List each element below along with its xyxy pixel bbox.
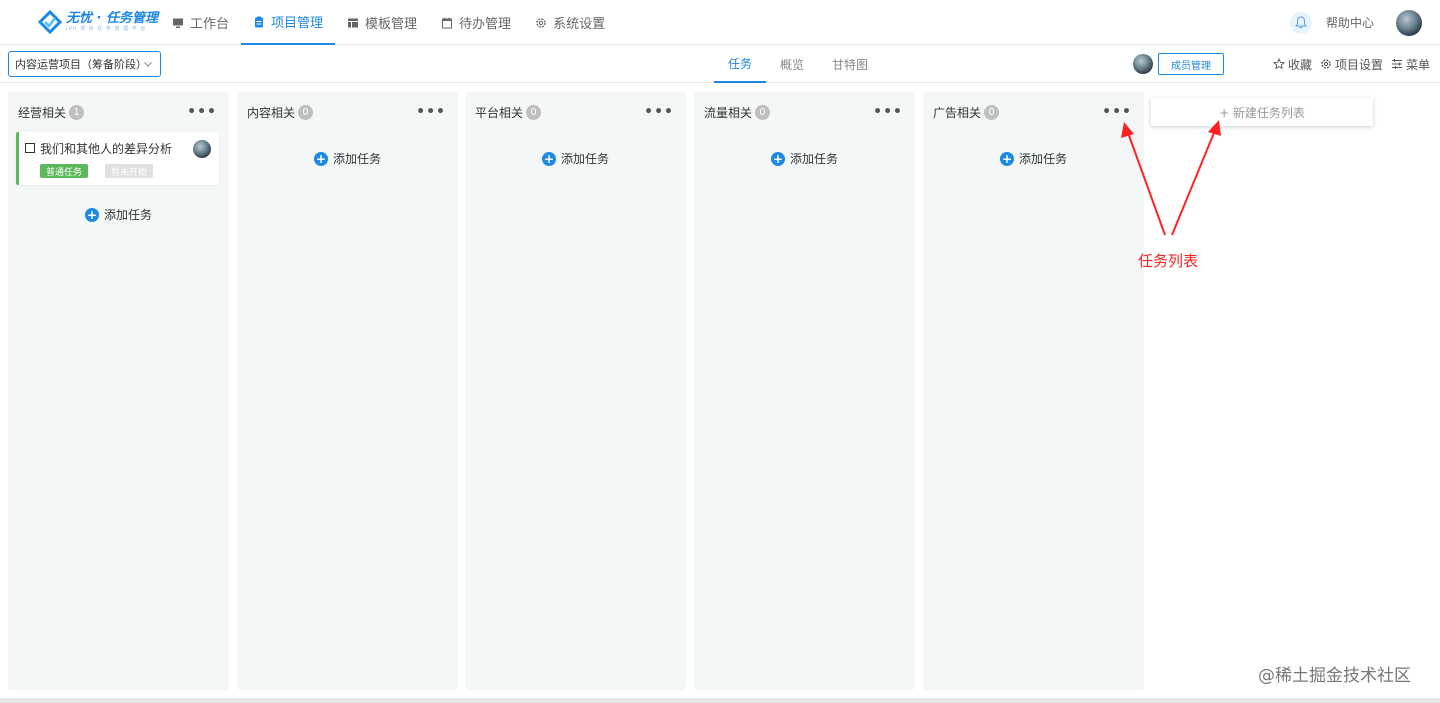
add-task-button[interactable]: + 添加任务 bbox=[8, 206, 229, 223]
member-avatar[interactable] bbox=[1133, 54, 1153, 74]
plus-circle-icon: + bbox=[84, 207, 99, 222]
column-title: 内容相关 bbox=[247, 106, 296, 120]
template-icon bbox=[348, 18, 359, 27]
member-management-button[interactable]: 成员管理 bbox=[1158, 53, 1224, 75]
column-count-badge: 0 bbox=[526, 105, 542, 120]
brand-title: 无忧 · 任务管理 bbox=[66, 11, 158, 26]
calendar-icon bbox=[442, 17, 453, 28]
bell-icon bbox=[1294, 16, 1307, 29]
column-count-badge: 1 bbox=[69, 105, 85, 120]
gear-icon bbox=[1321, 59, 1331, 69]
more-options-icon[interactable]: ••• bbox=[873, 104, 903, 120]
star-icon bbox=[1272, 58, 1285, 70]
brand-subtitle: IVU 项 目 任 务 管 理 平 台 bbox=[66, 26, 147, 32]
task-status-tag: 暂未开始 bbox=[105, 164, 154, 178]
menu-button[interactable]: 菜单 bbox=[1391, 56, 1430, 73]
bottom-scrollbar[interactable] bbox=[0, 698, 1440, 703]
help-center-link[interactable]: 帮助中心 bbox=[1326, 14, 1374, 31]
task-list-column: 内容相关 0 ••• + 添加任务 bbox=[237, 92, 458, 690]
project-select[interactable]: 内容运营项目（筹备阶段） bbox=[8, 51, 161, 77]
task-list-column: 平台相关 0 ••• + 添加任务 bbox=[465, 92, 686, 690]
more-options-icon[interactable]: ••• bbox=[187, 104, 217, 120]
logo-icon bbox=[38, 10, 62, 34]
monitor-icon bbox=[173, 18, 183, 28]
task-card[interactable]: 我们和其他人的差异分析 普通任务 暂未开始 bbox=[16, 132, 219, 185]
nav-item-project-management[interactable]: 项目管理 bbox=[241, 0, 336, 45]
plus-circle-icon: + bbox=[313, 151, 328, 166]
add-task-button[interactable]: + 添加任务 bbox=[237, 150, 458, 167]
annotation-label: 任务列表 bbox=[1138, 252, 1199, 270]
project-toolbar: 内容运营项目（筹备阶段） 任务 概览 甘特图 成员管理 收藏 项目设置 菜单 bbox=[0, 45, 1440, 83]
tab-tasks[interactable]: 任务 bbox=[714, 45, 767, 83]
plus-circle-icon: + bbox=[770, 151, 785, 166]
project-settings-button[interactable]: 项目设置 bbox=[1320, 56, 1383, 73]
column-count-badge: 0 bbox=[984, 105, 1000, 120]
column-count-badge: 0 bbox=[298, 105, 314, 120]
chevron-down-icon bbox=[144, 62, 152, 67]
add-task-button[interactable]: + 添加任务 bbox=[694, 150, 915, 167]
nav-item-label: 待办管理 bbox=[459, 17, 512, 32]
nav-item-label: 模板管理 bbox=[365, 17, 418, 32]
notification-bell[interactable] bbox=[1289, 11, 1312, 34]
nav-item-workbench[interactable]: 工作台 bbox=[160, 0, 241, 45]
project-select-value: 内容运营项目（筹备阶段） bbox=[15, 58, 147, 71]
tab-gantt[interactable]: 甘特图 bbox=[818, 45, 882, 83]
column-title: 流量相关 bbox=[704, 106, 753, 120]
user-avatar[interactable] bbox=[1396, 9, 1422, 36]
nav-item-label: 系统设置 bbox=[553, 17, 606, 32]
task-checkbox[interactable] bbox=[25, 143, 35, 153]
plus-circle-icon: + bbox=[541, 151, 556, 166]
brand-logo[interactable]: 无忧 · 任务管理 IVU 项 目 任 务 管 理 平 台 bbox=[38, 10, 158, 34]
column-count-badge: 0 bbox=[755, 105, 771, 120]
task-list-column: 流量相关 0 ••• + 添加任务 bbox=[694, 92, 915, 690]
task-title: 我们和其他人的差异分析 bbox=[40, 142, 173, 156]
nav-item-label: 项目管理 bbox=[271, 16, 324, 31]
more-options-icon[interactable]: ••• bbox=[644, 104, 674, 120]
tab-overview[interactable]: 概览 bbox=[766, 45, 818, 83]
column-title: 广告相关 bbox=[933, 106, 982, 120]
task-list-column: 经营相关 1 ••• 我们和其他人的差异分析 普通任务 暂未开始 + 添加任务 bbox=[8, 92, 229, 690]
clipboard-icon bbox=[255, 16, 264, 27]
plus-circle-icon: + bbox=[999, 151, 1014, 166]
add-task-button[interactable]: + 添加任务 bbox=[465, 150, 686, 167]
column-title: 经营相关 bbox=[18, 106, 67, 120]
top-navigation-bar: 无忧 · 任务管理 IVU 项 目 任 务 管 理 平 台 工作台 项目管理 模… bbox=[0, 0, 1440, 45]
nav-item-label: 工作台 bbox=[190, 17, 230, 32]
gear-icon bbox=[536, 17, 546, 28]
nav-item-todo-management[interactable]: 待办管理 bbox=[429, 0, 523, 45]
more-options-icon[interactable]: ••• bbox=[416, 104, 446, 120]
column-title: 平台相关 bbox=[475, 106, 524, 120]
task-assignee-avatar bbox=[193, 140, 211, 158]
main-nav: 工作台 项目管理 模板管理 待办管理 系统设置 bbox=[160, 0, 617, 45]
menu-icon bbox=[1391, 59, 1402, 69]
watermark: @稀土掘金技术社区 bbox=[1258, 666, 1411, 686]
nav-item-system-settings[interactable]: 系统设置 bbox=[523, 0, 617, 45]
favorite-button[interactable]: 收藏 bbox=[1272, 56, 1312, 73]
nav-item-template-management[interactable]: 模板管理 bbox=[335, 0, 429, 45]
task-type-tag: 普通任务 bbox=[40, 164, 89, 178]
annotation-arrows bbox=[1121, 120, 1221, 236]
view-tabs: 任务 概览 甘特图 bbox=[714, 45, 882, 83]
